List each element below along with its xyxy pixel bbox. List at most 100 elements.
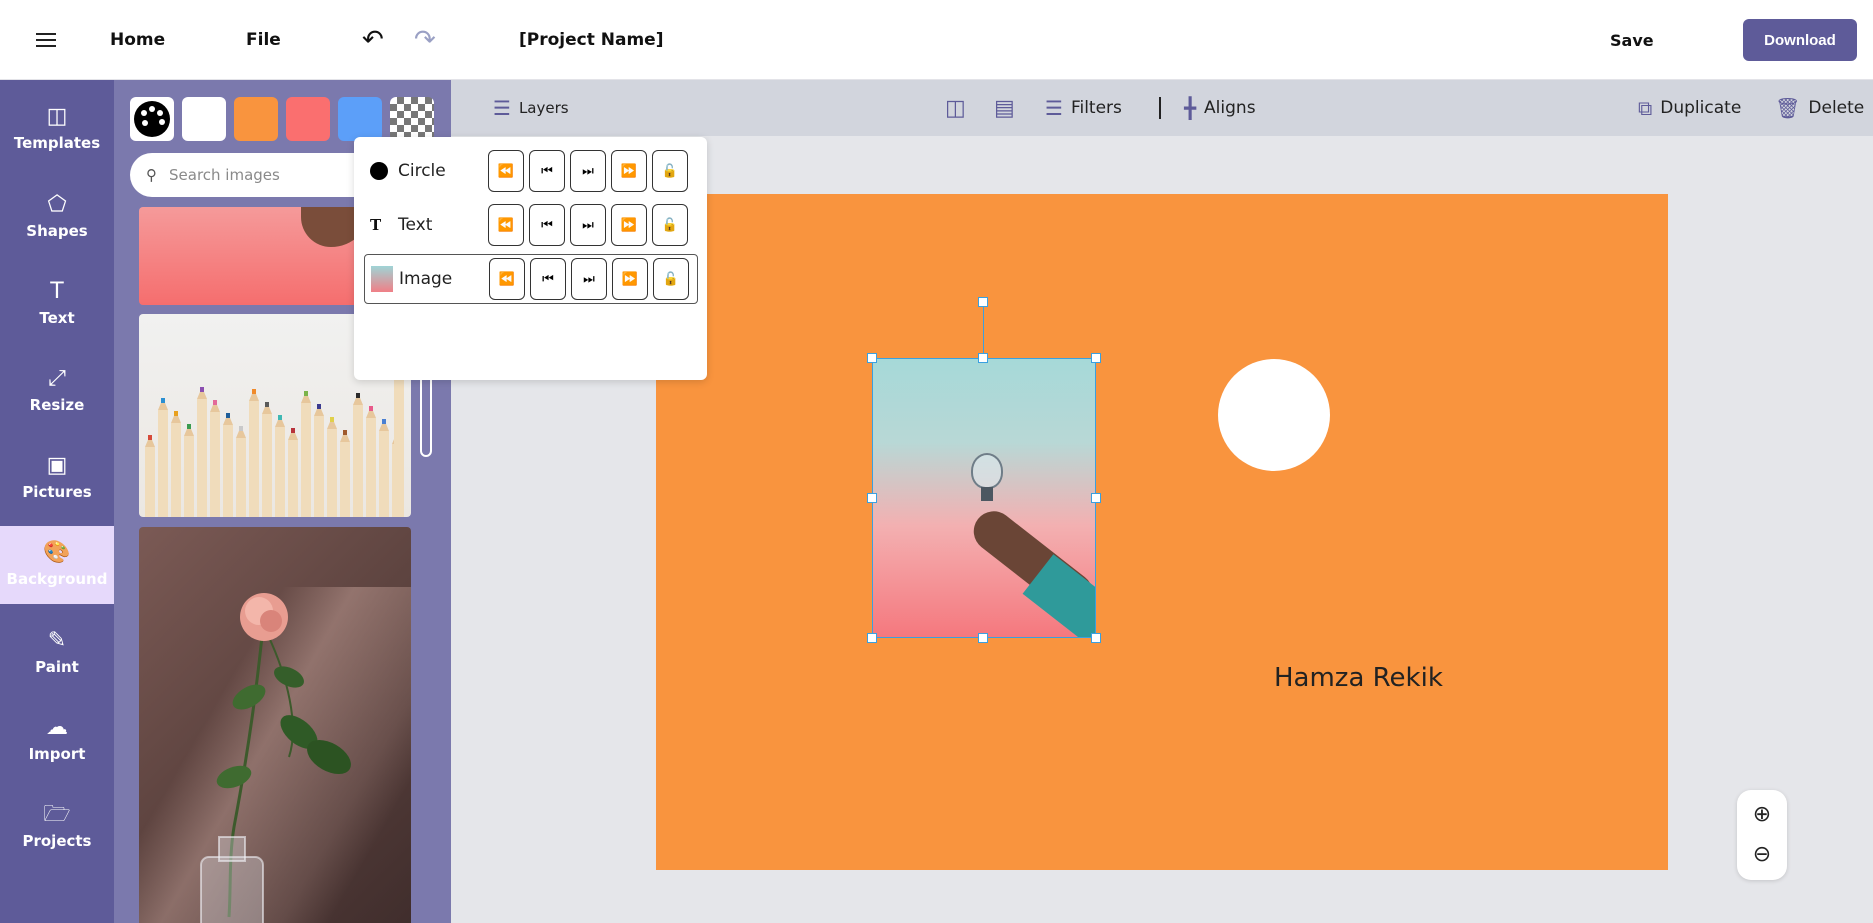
rotate-handle[interactable] bbox=[978, 297, 988, 307]
project-name[interactable]: [Project Name] bbox=[519, 0, 663, 80]
search-icon: ⚲ bbox=[146, 166, 157, 184]
layers-panel: Circle ⏪ ⏮ ⏭ ⏩ 🔓 T Text ⏪ ⏮ ⏭ ⏩ 🔓 Image ⏪ ⏮ ⏭ ⏩ 🔓 bbox=[354, 137, 707, 380]
zoom-controls: ⊕ ⊖ bbox=[1737, 790, 1787, 880]
bring-to-front-icon[interactable]: ⏩ bbox=[611, 204, 647, 246]
nav-import[interactable]: ☁ Import bbox=[0, 701, 114, 779]
unlock-icon[interactable]: 🔓 bbox=[653, 258, 689, 300]
trash-icon: 🗑 bbox=[1775, 96, 1801, 120]
picture-icon: ▣ bbox=[46, 453, 68, 478]
resize-handle[interactable] bbox=[1091, 493, 1101, 503]
upload-icon: ☁ bbox=[46, 715, 68, 740]
bring-forward-icon[interactable]: ⏭ bbox=[571, 258, 607, 300]
pencil-shape bbox=[327, 417, 337, 517]
send-backward-icon[interactable]: ⏮ bbox=[530, 258, 566, 300]
layer-name: Text bbox=[398, 215, 433, 235]
nav-projects[interactable]: 🗁 Projects bbox=[0, 788, 114, 866]
left-nav: ◫ Templates ⬠ Shapes T Text ⤢ Resize ▣ Pictures 🎨 B… bbox=[0, 80, 114, 923]
save-button[interactable]: Save bbox=[1610, 0, 1654, 80]
pencil-shape bbox=[394, 345, 404, 517]
resize-handle[interactable] bbox=[978, 353, 988, 363]
layers-button[interactable]: ☰ Layers bbox=[493, 80, 569, 136]
text-icon: T bbox=[50, 279, 64, 304]
send-to-back-icon[interactable]: ⏪ bbox=[488, 204, 524, 246]
send-to-back-icon[interactable]: ⏪ bbox=[489, 258, 525, 300]
redo-icon[interactable]: ↷ bbox=[414, 0, 436, 80]
nav-label: Pictures bbox=[22, 483, 92, 501]
pencil-shape bbox=[301, 391, 311, 517]
nav-text[interactable]: T Text bbox=[0, 265, 114, 343]
nav-resize[interactable]: ⤢ Resize bbox=[0, 352, 114, 430]
canvas-circle[interactable] bbox=[1218, 359, 1330, 471]
menu-icon[interactable] bbox=[36, 0, 60, 80]
resize-handle[interactable] bbox=[1091, 633, 1101, 643]
resize-handle[interactable] bbox=[867, 353, 877, 363]
copy-icon: ⧉ bbox=[1638, 96, 1653, 120]
layer-name: Image bbox=[399, 269, 453, 289]
canvas-text[interactable]: Hamza Rekik bbox=[1274, 663, 1443, 693]
nav-label: Templates bbox=[13, 134, 101, 152]
send-backward-icon[interactable]: ⏮ bbox=[529, 204, 565, 246]
pencil-shape bbox=[236, 426, 246, 517]
text-icon: T bbox=[370, 216, 382, 234]
nav-label: Resize bbox=[29, 396, 85, 414]
canvas-image[interactable] bbox=[872, 358, 1096, 638]
unlock-icon[interactable]: 🔓 bbox=[652, 150, 688, 192]
palette-icon: 🎨 bbox=[43, 540, 71, 565]
delete-button[interactable]: 🗑 Delete bbox=[1775, 80, 1864, 136]
nav-paint[interactable]: ✎ Paint bbox=[0, 614, 114, 692]
bring-to-front-icon[interactable]: ⏩ bbox=[612, 258, 648, 300]
flip-horizontal-icon[interactable]: ◫ bbox=[945, 80, 966, 136]
rose-image bbox=[200, 593, 351, 923]
search-input[interactable] bbox=[169, 166, 369, 184]
resize-handle[interactable] bbox=[978, 633, 988, 643]
pencil-shape bbox=[249, 389, 259, 517]
palette-icon bbox=[134, 101, 170, 137]
nav-templates[interactable]: ◫ Templates bbox=[0, 90, 114, 168]
home-button[interactable]: Home bbox=[110, 0, 165, 80]
swatch-coral[interactable] bbox=[286, 97, 330, 141]
nav-label: Projects bbox=[22, 832, 92, 850]
pencil-shape bbox=[314, 404, 324, 517]
layer-row-image[interactable]: Image ⏪ ⏮ ⏭ ⏩ 🔓 bbox=[364, 254, 698, 304]
nav-pictures[interactable]: ▣ Pictures bbox=[0, 439, 114, 517]
duplicate-button[interactable]: ⧉ Duplicate bbox=[1638, 80, 1741, 136]
resize-handle[interactable] bbox=[867, 493, 877, 503]
flip-vertical-icon[interactable]: ▤ bbox=[994, 80, 1015, 136]
swatch-blue[interactable] bbox=[338, 97, 382, 141]
nav-shapes[interactable]: ⬠ Shapes bbox=[0, 178, 114, 256]
resize-handle[interactable] bbox=[1091, 353, 1101, 363]
bring-forward-icon[interactable]: ⏭ bbox=[570, 204, 606, 246]
layer-row-text[interactable]: T Text ⏪ ⏮ ⏭ ⏩ 🔓 bbox=[364, 200, 698, 250]
unlock-icon[interactable]: 🔓 bbox=[652, 204, 688, 246]
send-to-back-icon[interactable]: ⏪ bbox=[488, 150, 524, 192]
design-canvas[interactable]: Hamza Rekik bbox=[656, 194, 1668, 870]
pencil-shape bbox=[197, 387, 207, 517]
swatch-transparent[interactable] bbox=[390, 97, 434, 141]
bring-to-front-icon[interactable]: ⏩ bbox=[611, 150, 647, 192]
download-button[interactable]: Download bbox=[1743, 19, 1857, 61]
layer-row-circle[interactable]: Circle ⏪ ⏮ ⏭ ⏩ 🔓 bbox=[364, 146, 698, 196]
file-menu[interactable]: File bbox=[246, 0, 281, 80]
layers-icon: ☰ bbox=[493, 96, 511, 120]
pentagon-icon: ⬠ bbox=[47, 192, 67, 217]
pencil-shape bbox=[223, 413, 233, 517]
nav-background[interactable]: 🎨 Background bbox=[0, 526, 114, 604]
templates-icon: ◫ bbox=[46, 104, 68, 129]
resize-handle[interactable] bbox=[867, 633, 877, 643]
image-thumbnail[interactable] bbox=[139, 527, 411, 923]
pencil-shape bbox=[262, 402, 272, 517]
aligns-button[interactable]: ╋ Aligns bbox=[1184, 80, 1256, 136]
align-icon: ╋ bbox=[1184, 96, 1197, 120]
bring-forward-icon[interactable]: ⏭ bbox=[570, 150, 606, 192]
zoom-in-icon[interactable]: ⊕ bbox=[1737, 794, 1787, 834]
send-backward-icon[interactable]: ⏮ bbox=[529, 150, 565, 192]
top-bar: Home File ↶ ↷ [Project Name] Save Downlo… bbox=[0, 0, 1873, 80]
filters-button[interactable]: ☰ Filters bbox=[1045, 80, 1122, 136]
swatch-orange[interactable] bbox=[234, 97, 278, 141]
zoom-out-icon[interactable]: ⊖ bbox=[1737, 834, 1787, 874]
swatch-palette[interactable] bbox=[130, 97, 174, 141]
undo-icon[interactable]: ↶ bbox=[362, 0, 384, 80]
pencil-shape bbox=[275, 415, 285, 517]
swatch-white[interactable] bbox=[182, 97, 226, 141]
nav-label: Import bbox=[28, 745, 86, 763]
